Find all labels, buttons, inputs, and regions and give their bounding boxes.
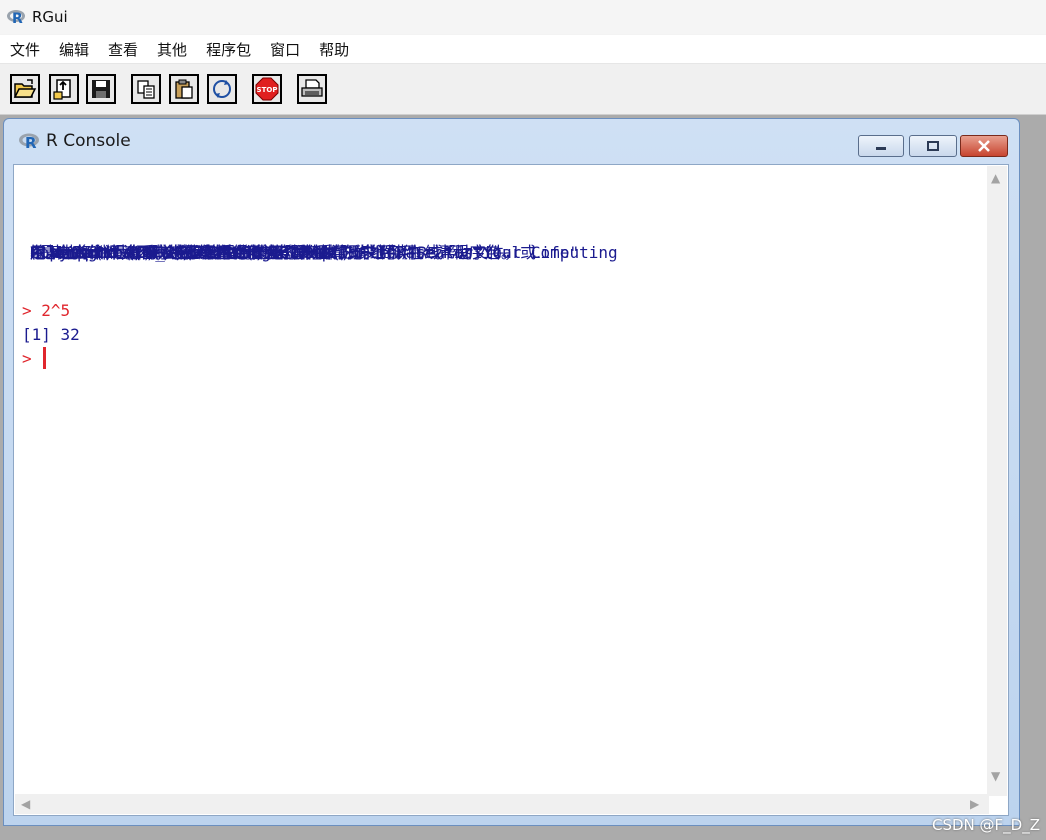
minimize-icon	[876, 147, 886, 150]
r-logo-icon: R	[18, 132, 40, 152]
output-line: [1] 32	[22, 325, 80, 344]
app-title: RGui	[32, 8, 68, 26]
console-output: R version 4.4.1 (2024-06-14 ucrt) -- "Ra…	[22, 203, 982, 371]
scroll-down-icon[interactable]: ▼	[991, 770, 1000, 782]
prompt-symbol: >	[22, 349, 42, 368]
horizontal-scrollbar[interactable]: ◀ ▶	[15, 794, 989, 814]
print-button[interactable]	[297, 74, 327, 104]
stop-button[interactable]: STOP	[252, 74, 282, 104]
watermark: CSDN @F_D_Z	[932, 816, 1040, 834]
copy-paste-button[interactable]	[207, 74, 237, 104]
menu-view[interactable]: 查看	[108, 37, 138, 62]
copy-button[interactable]	[131, 74, 161, 104]
output-line: 输入'q()'退出R.	[30, 243, 162, 262]
svg-text:STOP: STOP	[257, 86, 278, 94]
console-output-area[interactable]: R version 4.4.1 (2024-06-14 ucrt) -- "Ra…	[13, 164, 1009, 816]
menubar: 文件 编辑 查看 其他 程序包 窗口 帮助	[0, 35, 1046, 64]
r-console-window: R R Console R version 4.4.1 (2024-06-14 …	[3, 118, 1020, 826]
open-script-button[interactable]	[10, 74, 40, 104]
copy-icon	[137, 80, 155, 99]
save-icon	[92, 80, 110, 98]
open-script-icon	[13, 79, 37, 98]
command-line: > 2^5	[22, 301, 71, 320]
menu-packages[interactable]: 程序包	[206, 37, 251, 62]
print-icon	[301, 79, 323, 97]
paste-button[interactable]	[169, 74, 199, 104]
r-logo-icon: R	[6, 8, 26, 27]
toolbar: STOP	[0, 64, 1046, 115]
paste-icon	[175, 79, 193, 99]
restore-icon	[927, 141, 939, 151]
scroll-right-icon[interactable]: ▶	[970, 798, 979, 810]
prompt-line[interactable]: >	[22, 347, 982, 371]
svg-text:R: R	[12, 11, 23, 26]
text-cursor	[43, 347, 47, 369]
scroll-up-icon[interactable]: ▲	[991, 172, 1000, 184]
refresh-icon	[213, 80, 231, 98]
svg-text:R: R	[25, 134, 37, 150]
vertical-scrollbar[interactable]: ▲ ▼	[987, 166, 1007, 796]
close-button[interactable]	[960, 135, 1008, 157]
load-workspace-button[interactable]	[49, 74, 79, 104]
menu-windows[interactable]: 窗口	[270, 37, 300, 62]
restore-button[interactable]	[909, 135, 957, 157]
app-titlebar: R RGui	[0, 0, 1046, 34]
menu-help[interactable]: 帮助	[319, 37, 349, 62]
minimize-button[interactable]	[858, 135, 904, 157]
menu-misc[interactable]: 其他	[157, 37, 187, 62]
load-workspace-icon	[53, 79, 71, 100]
menu-edit[interactable]: 编辑	[59, 37, 89, 62]
scroll-left-icon[interactable]: ◀	[21, 798, 30, 810]
close-icon	[978, 140, 990, 152]
stop-icon: STOP	[255, 77, 279, 101]
save-button[interactable]	[86, 74, 116, 104]
menu-file[interactable]: 文件	[10, 37, 40, 62]
console-title: R Console	[46, 131, 131, 151]
